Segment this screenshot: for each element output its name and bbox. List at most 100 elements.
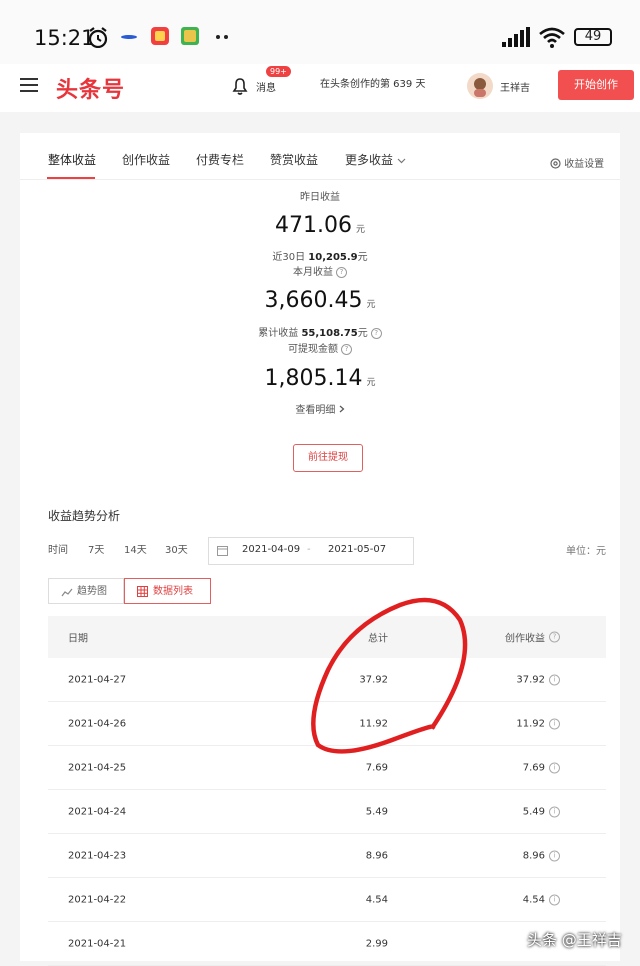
row-total: 37.92 <box>359 674 388 685</box>
info-icon[interactable]: i <box>549 762 560 773</box>
earnings-table: 日期 总计 创作收益 ? 2021-04-27 37.92 37.92 i 20… <box>48 616 606 966</box>
line-chart-icon <box>61 588 73 597</box>
help-icon[interactable]: ? <box>336 266 347 278</box>
last30-unit: 元 <box>357 252 368 263</box>
help-icon[interactable]: ? <box>549 631 560 643</box>
row-creation: 5.49 <box>522 806 545 817</box>
month-value: 3,660.45 <box>264 288 363 313</box>
range-30-days[interactable]: 30天 <box>165 541 188 556</box>
header-creation: 创作收益 <box>505 633 545 645</box>
username[interactable]: 王祥吉 <box>500 79 530 94</box>
info-icon[interactable]: i <box>549 894 560 905</box>
yesterday-unit: 元 <box>355 225 365 235</box>
total-label: 累计收益 <box>258 328 299 339</box>
table-row: 2021-04-21 2.99 <box>48 922 606 966</box>
gear-icon <box>550 158 561 169</box>
row-total: 8.96 <box>365 850 388 861</box>
row-date: 2021-04-27 <box>68 674 127 685</box>
start-creating-button[interactable]: 开始创作 <box>558 70 634 100</box>
menu-icon[interactable] <box>20 78 38 92</box>
more-dots-icon <box>216 35 228 39</box>
withdraw-button[interactable]: 前往提现 <box>293 444 363 472</box>
signal-icon <box>502 27 530 47</box>
tab-appreciation[interactable]: 赞赏收益 <box>270 151 318 168</box>
logo[interactable]: 头条号 <box>56 72 125 104</box>
row-total: 5.49 <box>365 806 388 817</box>
withdrawable-value: 1,805.14 <box>264 366 363 391</box>
details-link[interactable]: 查看明细 <box>20 401 620 416</box>
info-icon[interactable]: i <box>549 674 560 685</box>
row-date: 2021-04-22 <box>68 894 127 905</box>
info-icon[interactable]: i <box>549 850 560 861</box>
tab-paid-column[interactable]: 付费专栏 <box>196 151 244 168</box>
status-bar: 15:21 49 <box>0 0 640 70</box>
chevron-down-icon <box>397 158 406 164</box>
row-date: 2021-04-24 <box>68 806 127 817</box>
trend-title: 收益趋势分析 <box>48 509 121 523</box>
battery-icon: 49 <box>574 28 612 46</box>
messages-badge: 99+ <box>266 66 291 77</box>
app-icon-3 <box>181 27 199 45</box>
messages-label[interactable]: 消息 <box>256 79 276 94</box>
row-date: 2021-04-21 <box>68 938 127 949</box>
active-tab-indicator <box>47 177 95 179</box>
date-start[interactable]: 2021-04-09 <box>242 544 300 555</box>
header-total: 总计 <box>368 633 388 645</box>
last30-value: 10,205.9 <box>308 252 358 263</box>
row-creation: 8.96 <box>522 850 545 861</box>
total-summary: 累计收益 55,108.75元? <box>20 324 620 339</box>
table-row: 2021-04-26 11.92 11.92 i <box>48 702 606 746</box>
data-list-label: 数据列表 <box>153 586 193 597</box>
info-icon[interactable]: i <box>549 718 560 729</box>
earnings-settings-label: 收益设置 <box>564 159 605 170</box>
month-label-row: 本月收益? <box>20 263 620 278</box>
tab-overall[interactable]: 整体收益 <box>48 151 96 168</box>
range-7-days[interactable]: 7天 <box>88 541 104 556</box>
row-creation: 4.54 <box>522 894 545 905</box>
date-end[interactable]: 2021-05-07 <box>328 544 386 555</box>
time-label: 时间 <box>48 545 68 556</box>
avatar[interactable] <box>467 73 493 99</box>
trend-chart-button[interactable]: 趋势图 <box>48 578 124 604</box>
calendar-icon <box>217 546 228 556</box>
yesterday-label: 昨日收益 <box>300 192 340 203</box>
table-row: 2021-04-27 37.92 37.92 i <box>48 658 606 702</box>
row-creation: 7.69 <box>522 762 545 773</box>
earnings-settings[interactable]: 收益设置 <box>550 155 604 170</box>
tab-creation[interactable]: 创作收益 <box>122 151 170 168</box>
battery-level: 49 <box>584 29 602 44</box>
earnings-card: 整体收益 创作收益 付费专栏 赞赏收益 更多收益 收益设置 昨日收益 471.0… <box>20 133 620 966</box>
date-separator: - <box>307 544 311 555</box>
tab-more-label: 更多收益 <box>345 153 394 167</box>
row-date: 2021-04-23 <box>68 850 127 861</box>
date-range-picker[interactable]: 2021-04-09 - 2021-05-07 <box>208 537 414 565</box>
help-icon[interactable]: ? <box>370 327 382 339</box>
table-row: 2021-04-22 4.54 4.54 i <box>48 878 606 922</box>
last30-label: 近30日 <box>272 252 306 263</box>
help-icon[interactable]: ? <box>341 343 352 355</box>
creation-days: 在头条创作的第 639 天 <box>320 79 426 90</box>
row-total: 11.92 <box>359 718 388 729</box>
details-link-label: 查看明细 <box>295 405 336 416</box>
tab-more[interactable]: 更多收益 <box>345 151 406 168</box>
row-date: 2021-04-26 <box>68 718 127 729</box>
bell-icon[interactable] <box>231 76 249 96</box>
row-date: 2021-04-25 <box>68 762 127 773</box>
app-icon-2 <box>151 27 169 45</box>
table-row: 2021-04-23 8.96 8.96 i <box>48 834 606 878</box>
alarm-icon <box>88 27 108 48</box>
yesterday-value: 471.06 <box>275 213 352 238</box>
data-list-button[interactable]: 数据列表 <box>124 578 211 604</box>
range-14-days[interactable]: 14天 <box>124 541 147 556</box>
app-icon-1 <box>121 35 137 39</box>
withdrawable-earnings: 1,805.14 元 <box>20 366 620 391</box>
withdrawable-label-row: 可提现金额? <box>20 340 620 355</box>
table-row: 2021-04-24 5.49 5.49 i <box>48 790 606 834</box>
month-earnings: 3,660.45 元 <box>20 288 620 313</box>
month-label: 本月收益 <box>293 267 333 278</box>
yesterday-earnings: 471.06 元 <box>20 213 620 238</box>
table-header: 日期 总计 创作收益 ? <box>48 616 606 658</box>
info-icon[interactable]: i <box>549 806 560 817</box>
table-row: 2021-04-25 7.69 7.69 i <box>48 746 606 790</box>
row-creation: 11.92 <box>516 718 545 729</box>
